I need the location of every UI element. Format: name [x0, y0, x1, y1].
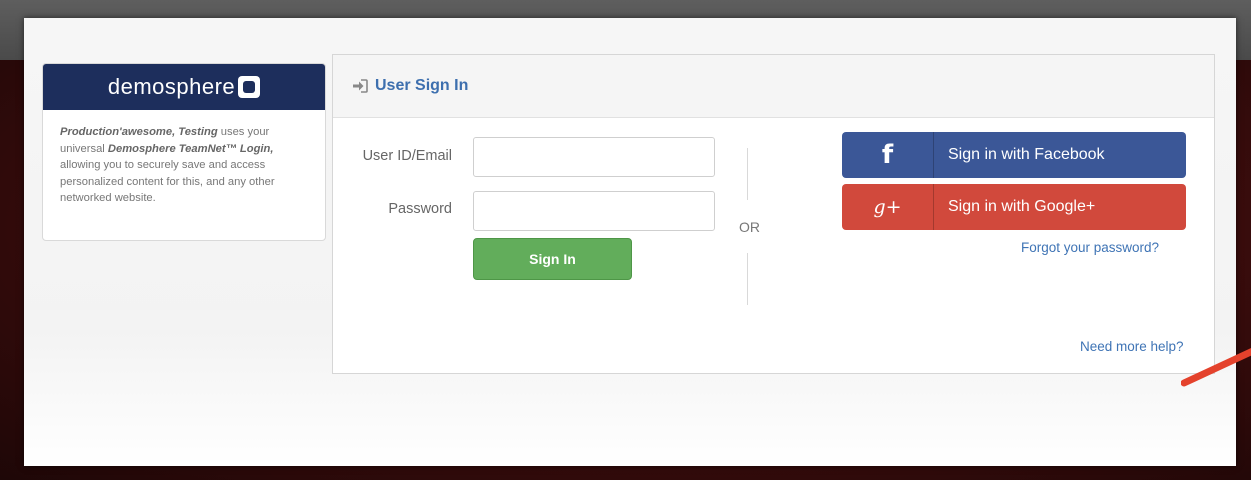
- brand-description: Production'awesome, Testing uses your un…: [60, 126, 275, 204]
- divider-bottom: [747, 253, 748, 305]
- password-label: Password: [388, 201, 452, 217]
- sign-in-icon: [353, 79, 368, 93]
- google-plus-icon: g+: [842, 184, 934, 230]
- need-help-link[interactable]: Need more help?: [1080, 339, 1184, 354]
- facebook-icon: f: [842, 132, 934, 178]
- divider-top: [747, 148, 748, 200]
- panel-heading: User Sign In: [333, 55, 1214, 118]
- user-id-input[interactable]: [473, 137, 715, 177]
- brand-header: demosphere: [43, 64, 325, 110]
- login-modal: demosphere Production'awesome, Testing u…: [24, 18, 1251, 466]
- google-signin-label: Sign in with Google+: [948, 198, 1096, 215]
- page-title: User Sign In: [375, 77, 469, 94]
- facebook-signin-button[interactable]: f Sign in with Facebook: [842, 132, 1186, 178]
- facebook-signin-label: Sign in with Facebook: [948, 146, 1105, 163]
- sign-in-button[interactable]: Sign In: [473, 238, 632, 280]
- password-input[interactable]: [473, 191, 715, 231]
- or-separator: OR: [739, 219, 760, 235]
- brand-logo-text: demosphere: [107, 74, 236, 99]
- brand-info-card: demosphere Production'awesome, Testing u…: [42, 63, 326, 241]
- user-id-label: User ID/Email: [362, 148, 452, 164]
- red-arrow-icon: [1181, 348, 1251, 387]
- brand-logo-icon: [238, 76, 261, 98]
- forgot-password-link[interactable]: Forgot your password?: [1021, 240, 1159, 255]
- google-signin-button[interactable]: g+ Sign in with Google+: [842, 184, 1186, 230]
- signin-panel: User Sign In User ID/Email Password Sign…: [332, 54, 1251, 387]
